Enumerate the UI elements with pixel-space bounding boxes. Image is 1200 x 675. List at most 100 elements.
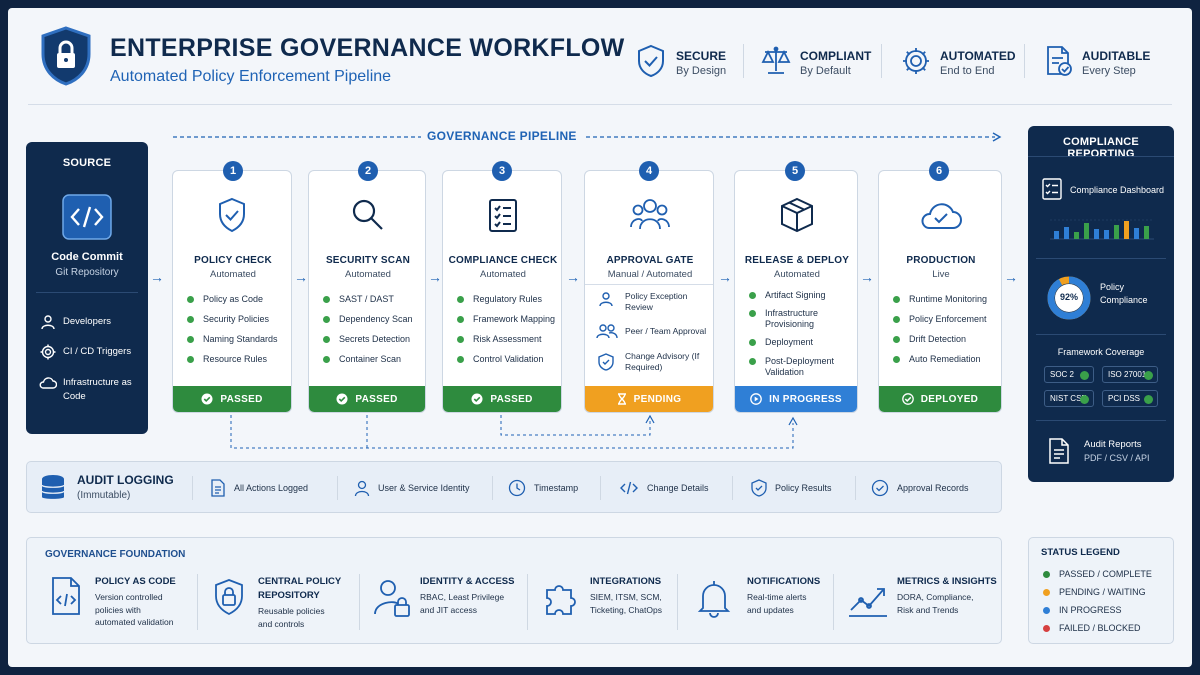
page-subtitle: Automated Policy Enforcement Pipeline: [110, 68, 392, 85]
source-panel: SOURCE Code Commit Git Repository Develo…: [26, 142, 148, 434]
divider: [600, 476, 601, 500]
foundation-item: METRICS & INSIGHTS DORA, Compliance, Risk…: [897, 576, 997, 615]
feature-auditable: AUDITABLE Every Step: [1082, 49, 1151, 77]
divider: [1024, 44, 1025, 78]
user-icon: [354, 480, 370, 497]
divider: [359, 574, 360, 630]
stage-sub: Automated: [345, 269, 391, 280]
list-item: Auto Remediation: [893, 349, 987, 369]
feature-compliant: COMPLIANT By Default: [800, 49, 872, 77]
shield-lock-icon: [213, 578, 245, 616]
divider: [1036, 420, 1166, 421]
feature-automated: AUTOMATED End to End: [940, 49, 1016, 77]
trend-chart-icon: [847, 582, 889, 618]
list-item: Regulatory Rules: [457, 289, 555, 309]
stage-number: 1: [223, 161, 243, 181]
divider: [833, 574, 834, 630]
people-icon: [630, 197, 670, 231]
legend-title: STATUS LEGEND: [1041, 547, 1120, 558]
foundation-item: POLICY AS CODE Version controlled policie…: [95, 576, 176, 627]
compliance-percent: 92%: [1059, 292, 1078, 302]
source-sub: Git Repository: [55, 267, 119, 278]
coverage-title: Framework Coverage: [1057, 347, 1145, 357]
foundation-item: NOTIFICATIONS Real-time alerts and update…: [747, 576, 821, 615]
dashboard-bars: [1050, 219, 1154, 240]
stage-card-production[interactable]: PRODUCTION Live Runtime Monitoring Polic…: [878, 170, 1002, 413]
dashboard-label: Compliance Dashboard: [1070, 185, 1165, 195]
stage-card-policy-check[interactable]: POLICY CHECK Automated Policy as Code Se…: [172, 170, 292, 413]
audit-logging-bar: AUDIT LOGGING (Immutable) All Actions Lo…: [26, 461, 1002, 513]
stage-items: Runtime Monitoring Policy Enforcement Dr…: [893, 289, 987, 369]
check-circle-icon: [201, 393, 213, 405]
framework-chip: ISO 27001: [1102, 366, 1158, 383]
list-item: Post-Deployment Validation: [749, 356, 855, 378]
framework-chip: PCI DSS: [1102, 390, 1158, 407]
flow-arrow-icon: →: [150, 269, 164, 285]
stage-items: Policy as Code Security Policies Naming …: [187, 289, 278, 369]
shield-check-icon: [217, 197, 247, 233]
divider: [732, 476, 733, 500]
audit-item: Policy Results: [751, 479, 832, 497]
feedback-connectors: [230, 414, 798, 449]
stage-sub: Manual / Automated: [607, 269, 693, 280]
people-icon: [596, 323, 618, 339]
clock-icon: [508, 479, 526, 497]
shield-check-icon: [598, 353, 614, 371]
package-icon: [779, 197, 815, 233]
pipeline-label: GOVERNANCE PIPELINE: [421, 129, 583, 143]
stage-title: RELEASE & DEPLOY: [744, 255, 850, 266]
foundation-title: GOVERNANCE FOUNDATION: [45, 549, 186, 560]
stage-number: 2: [358, 161, 378, 181]
compliance-panel: COMPLIANCE REPORTING Compliance Dashboar…: [1028, 126, 1174, 482]
foundation-item: INTEGRATIONS SIEM, ITSM, SCM, Ticketing, …: [590, 576, 662, 615]
stage-number: 6: [929, 161, 949, 181]
divider: [337, 476, 338, 500]
hourglass-icon: [617, 393, 626, 405]
stage-sub: Automated: [480, 269, 526, 280]
stage-card-security-scan[interactable]: SECURITY SCAN Automated SAST / DAST Depe…: [308, 170, 426, 413]
gear-icon: [40, 344, 56, 360]
list-item: Deployment: [749, 337, 855, 356]
list-item: Resource Rules: [187, 349, 278, 369]
list-item: Naming Standards: [187, 329, 278, 349]
flow-arrow-icon: →: [566, 269, 580, 285]
divider: [527, 574, 528, 630]
audit-reports-sub: PDF / CSV / API: [1084, 453, 1150, 463]
list-item: Control Validation: [457, 349, 555, 369]
status-badge: IN PROGRESS: [735, 386, 857, 412]
stage-sub: Automated: [210, 269, 256, 280]
stage-number: 3: [492, 161, 512, 181]
list-item: Infrastructure Provisioning: [749, 308, 855, 337]
stage-card-approval-gate[interactable]: APPROVAL GATE Manual / Automated Policy …: [584, 170, 714, 413]
check-circle-icon: [901, 393, 914, 405]
check-circle-icon: [471, 393, 483, 405]
list-item: Drift Detection: [893, 329, 987, 349]
stage-card-release-deploy[interactable]: RELEASE & DEPLOY Automated Artifact Sign…: [734, 170, 858, 413]
foundation-item: IDENTITY & ACCESS RBAC, Least Privilege a…: [420, 576, 515, 615]
play-circle-icon: [750, 393, 762, 405]
status-badge: PENDING: [585, 386, 713, 412]
scales-icon: [760, 44, 792, 76]
list-item: Runtime Monitoring: [893, 289, 987, 309]
user-icon: [40, 314, 56, 330]
flow-arrow-icon: →: [294, 269, 308, 285]
flow-arrow-icon: →: [860, 269, 874, 285]
gear-icon: [900, 45, 932, 77]
magnifier-icon: [350, 197, 386, 233]
stage-card-compliance-check[interactable]: COMPLIANCE CHECK Automated Regulatory Ru…: [442, 170, 562, 413]
check-circle-icon: [871, 479, 889, 497]
stage-number: 4: [639, 161, 659, 181]
audit-item: Approval Records: [871, 479, 969, 497]
flow-arrow-icon: →: [428, 269, 442, 285]
stage-items: Artifact Signing Infrastructure Provisio…: [749, 290, 855, 378]
foundation-panel: GOVERNANCE FOUNDATION POLICY AS CODE Ver…: [26, 537, 1002, 644]
stage-sub: Automated: [774, 269, 820, 280]
code-file-icon: [51, 576, 81, 616]
audit-item: Timestamp: [508, 479, 578, 497]
source-item-iac: Infrastructure as Code: [63, 377, 132, 402]
list-item: Secrets Detection: [323, 329, 413, 349]
status-badge: PASSED: [309, 386, 425, 412]
divider: [585, 284, 713, 285]
list-item: Policy as Code: [187, 289, 278, 309]
status-badge: DEPLOYED: [879, 386, 1001, 412]
